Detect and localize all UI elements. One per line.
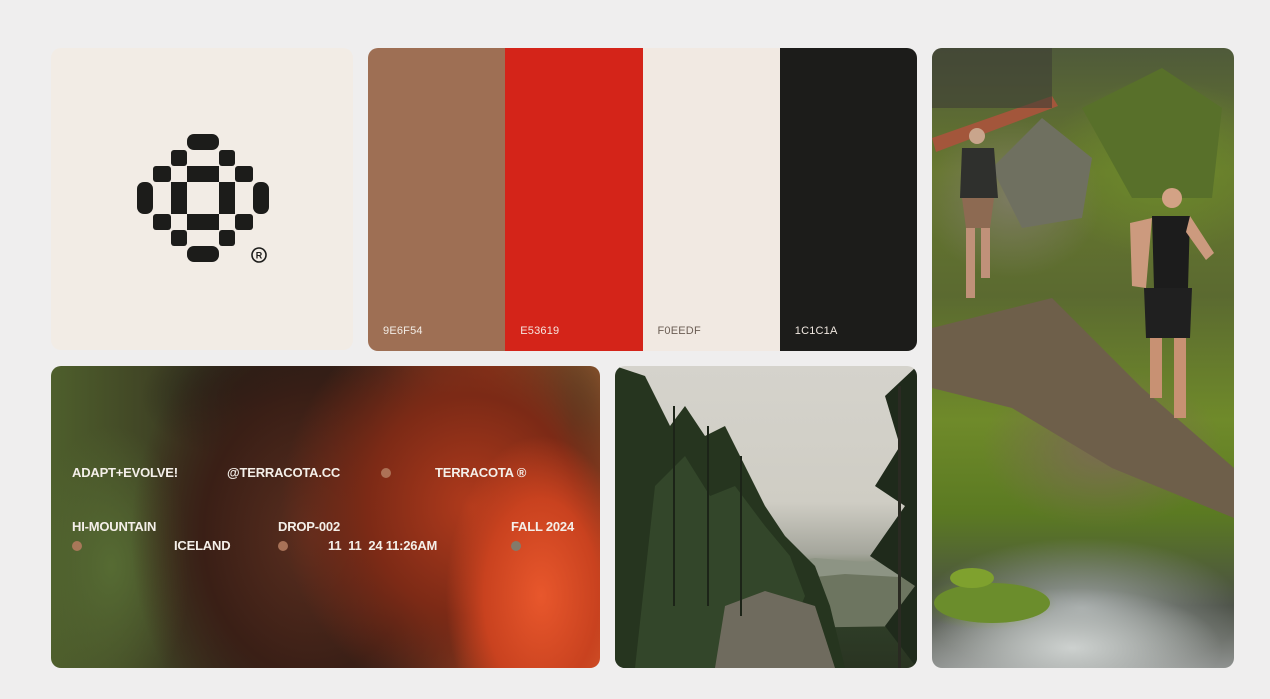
overlay-text: FALL 2024 (511, 519, 574, 534)
overlay-dot (72, 541, 82, 551)
overlay-text: DROP-002 (278, 519, 340, 534)
swatch-code: F0EEDF (657, 325, 701, 337)
overlay-dot (381, 468, 391, 478)
overlay-dot (278, 541, 288, 551)
overlay-text: TERRACOTA ® (435, 465, 527, 480)
runners-photo (932, 48, 1234, 668)
swatch-red: E53619 (505, 48, 643, 351)
trail-runners-illustration (932, 48, 1234, 623)
swatch-code: 1C1C1A (794, 325, 838, 337)
forest-trees-illustration (615, 366, 917, 668)
terracota-logo-icon: R (137, 134, 269, 263)
swatch-code: 9E6F54 (383, 325, 423, 337)
swatch-black: 1C1C1A (779, 48, 917, 351)
overlay-text: ICELAND (174, 538, 231, 553)
swatch-brown: 9E6F54 (368, 48, 506, 351)
overlay-text: HI-MOUNTAIN (72, 519, 157, 534)
overlay-text: ADAPT+EVOLVE! (72, 465, 178, 480)
swatch-cream: F0EEDF (642, 48, 780, 351)
overlay-text: 11 11 24 11:26AM (328, 538, 438, 553)
svg-text:R: R (256, 251, 263, 261)
logo-card: R (51, 48, 353, 350)
swatch-code: E53619 (520, 325, 560, 337)
portrait-photo: ADAPT+EVOLVE! @TERRACOTA.CC TERRACOTA ® … (51, 366, 600, 668)
forest-photo (615, 366, 917, 668)
color-palette: 9E6F54 E53619 F0EEDF 1C1C1A (368, 48, 917, 351)
overlay-dot (511, 541, 521, 551)
overlay-text: @TERRACOTA.CC (227, 465, 341, 480)
